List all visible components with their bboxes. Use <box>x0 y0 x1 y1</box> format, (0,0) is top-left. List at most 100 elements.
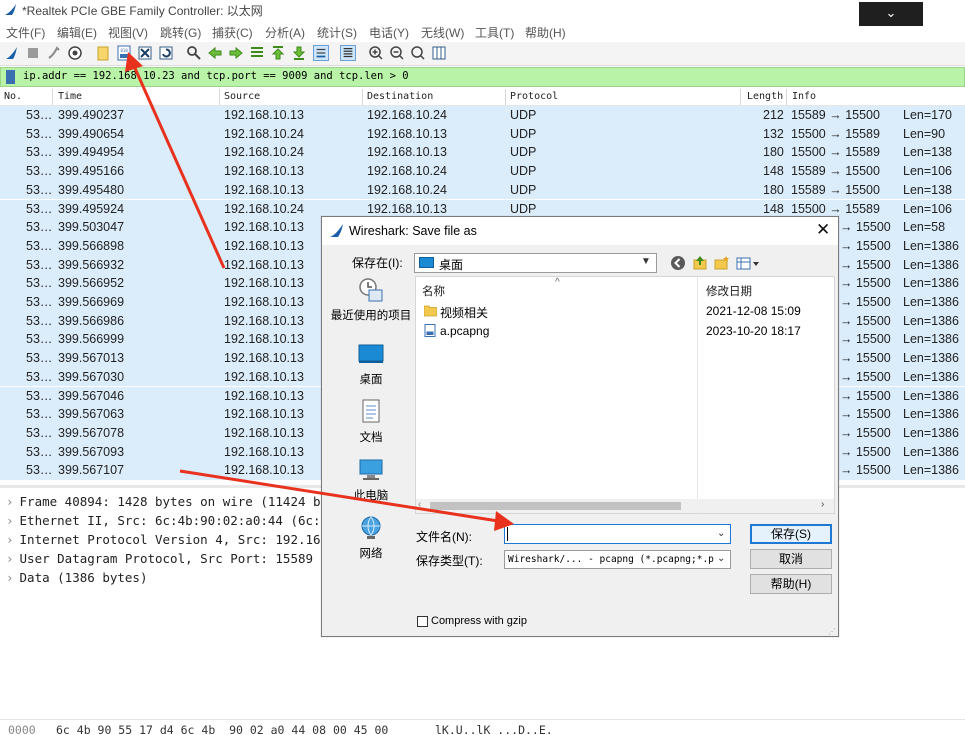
file-row[interactable]: a.pcapng 2023-10-20 18:17 <box>416 321 834 341</box>
go-last-icon[interactable] <box>291 45 307 61</box>
auto-scroll-icon[interactable] <box>313 45 329 61</box>
up-folder-icon[interactable] <box>692 255 708 271</box>
close-icon[interactable]: ✕ <box>816 220 830 240</box>
packet-row[interactable]: 53… 399.495480 192.168.10.13 192.168.10.… <box>0 180 965 200</box>
scroll-right-icon[interactable]: › <box>821 499 824 510</box>
menu-edit[interactable]: 编辑(E) <box>57 24 97 41</box>
column-header-destination[interactable]: Destination <box>367 91 433 102</box>
colorize-icon[interactable] <box>340 45 356 61</box>
capture-options-icon[interactable] <box>67 45 83 61</box>
packet-destination: 192.168.10.24 <box>367 164 447 179</box>
display-filter-bar[interactable]: ip.addr == 192.168.10.23 and tcp.port ==… <box>0 67 965 87</box>
column-separator[interactable] <box>219 89 220 105</box>
close-file-icon[interactable] <box>137 45 153 61</box>
chevron-down-icon[interactable]: ⌄ <box>717 553 725 564</box>
go-back-icon[interactable] <box>207 45 223 61</box>
reload-file-icon[interactable] <box>158 45 174 61</box>
column-header-no[interactable]: No. <box>4 91 22 102</box>
scrollbar-thumb[interactable] <box>430 502 681 510</box>
find-packet-icon[interactable] <box>186 45 202 61</box>
open-file-icon[interactable] <box>95 45 111 61</box>
column-header-protocol[interactable]: Protocol <box>510 91 558 102</box>
menu-analyze[interactable]: 分析(A) <box>265 24 305 41</box>
detail-ipv4[interactable]: › Internet Protocol Version 4, Src: 192.1… <box>6 532 328 547</box>
packet-time: 399.490237 <box>58 108 125 122</box>
scroll-left-icon[interactable]: ‹ <box>418 499 421 510</box>
filename-input[interactable]: ⌄ <box>504 524 731 544</box>
column-separator[interactable] <box>740 89 741 105</box>
packet-source: 192.168.10.13 <box>224 108 304 122</box>
column-separator[interactable] <box>505 89 506 105</box>
restart-capture-icon[interactable] <box>46 45 62 61</box>
zoom-out-icon[interactable] <box>389 45 405 61</box>
chevron-right-icon[interactable]: › <box>6 532 14 547</box>
help-button[interactable]: 帮助(H) <box>750 574 832 594</box>
column-separator[interactable] <box>52 89 53 105</box>
column-header-time[interactable]: Time <box>58 91 82 102</box>
menu-file[interactable]: 文件(F) <box>6 24 45 41</box>
filter-bookmark-icon[interactable] <box>6 70 15 84</box>
resize-grip-icon[interactable]: ⋰ <box>828 627 836 636</box>
back-icon[interactable] <box>670 255 686 271</box>
column-header-name[interactable]: 名称 <box>422 283 445 299</box>
menu-view[interactable]: 视图(V) <box>108 24 148 41</box>
new-folder-icon[interactable] <box>714 255 730 271</box>
place-desktop[interactable]: 桌面 <box>328 340 414 387</box>
display-filter-input[interactable]: ip.addr == 192.168.10.23 and tcp.port ==… <box>23 70 409 82</box>
go-to-packet-icon[interactable] <box>249 45 265 61</box>
chevron-down-icon[interactable]: ⌄ <box>717 528 725 539</box>
shark-fin-start-icon[interactable] <box>4 45 20 61</box>
place-documents[interactable]: 文档 <box>328 398 414 445</box>
packet-info: 15500 → 15589 <box>791 145 880 160</box>
compress-gzip-checkbox[interactable] <box>417 616 428 627</box>
chevron-right-icon[interactable]: › <box>6 513 14 528</box>
file-date: 2021-12-08 15:09 <box>706 304 801 318</box>
chevron-right-icon[interactable]: › <box>6 494 14 509</box>
place-this-pc[interactable]: 此电脑 <box>328 456 414 503</box>
packet-row[interactable]: 53… 399.495166 192.168.10.13 192.168.10.… <box>0 162 965 181</box>
column-header-info[interactable]: Info <box>792 91 816 102</box>
file-row[interactable]: 视频相关 2021-12-08 15:09 <box>416 301 834 321</box>
detail-data[interactable]: › Data (1386 bytes) <box>6 570 147 585</box>
packet-row[interactable]: 53… 399.490237 192.168.10.13 192.168.10.… <box>0 106 965 125</box>
detail-udp[interactable]: › User Datagram Protocol, Src Port: 15589 <box>6 551 313 566</box>
filetype-dropdown[interactable]: Wireshark/... - pcapng (*.pcapng;*.pc ⌄ <box>504 550 731 569</box>
stop-capture-icon[interactable] <box>25 45 41 61</box>
horizontal-scrollbar[interactable]: ‹ › <box>416 499 834 513</box>
save-in-dropdown[interactable]: 桌面 ▼ <box>414 253 657 273</box>
resize-columns-icon[interactable] <box>431 45 447 61</box>
view-menu-icon[interactable] <box>736 255 760 271</box>
menu-telephony[interactable]: 电话(Y) <box>369 24 409 41</box>
menu-capture[interactable]: 捕获(C) <box>212 24 253 41</box>
packet-row[interactable]: 53… 399.490654 192.168.10.24 192.168.10.… <box>0 124 965 144</box>
place-recent[interactable]: 最近使用的项目 <box>328 276 414 323</box>
column-separator[interactable] <box>786 89 787 105</box>
packet-no: 53… <box>26 238 53 253</box>
save-file-icon[interactable]: 010 <box>116 45 132 61</box>
chevron-down-icon[interactable]: ▼ <box>641 256 651 267</box>
menu-go[interactable]: 跳转(G) <box>160 24 201 41</box>
chevron-right-icon[interactable]: › <box>6 551 14 566</box>
place-network[interactable]: 网络 <box>328 514 414 561</box>
zoom-in-icon[interactable] <box>368 45 384 61</box>
go-first-icon[interactable] <box>270 45 286 61</box>
zoom-normal-icon[interactable] <box>410 45 426 61</box>
menu-tools[interactable]: 工具(T) <box>475 24 514 41</box>
file-list[interactable]: 名称 ^ 修改日期 视频相关 2021-12-08 15:09 a.pcapng… <box>415 276 835 515</box>
packet-info: 15589 → 15500 <box>791 164 880 179</box>
column-header-date-modified[interactable]: 修改日期 <box>706 283 752 299</box>
detail-ethernet[interactable]: › Ethernet II, Src: 6c:4b:90:02:a0:44 (6c… <box>6 513 328 528</box>
save-button[interactable]: 保存(S) <box>750 524 832 544</box>
packet-time: 399.566986 <box>58 313 125 328</box>
go-forward-icon[interactable] <box>228 45 244 61</box>
column-header-length[interactable]: Length <box>747 91 783 102</box>
chevron-right-icon[interactable]: › <box>6 570 14 585</box>
menu-wireless[interactable]: 无线(W) <box>421 24 464 41</box>
column-header-source[interactable]: Source <box>224 91 260 102</box>
cancel-button[interactable]: 取消 <box>750 549 832 569</box>
menu-statistics[interactable]: 统计(S) <box>317 24 357 41</box>
packet-row[interactable]: 53… 399.494954 192.168.10.24 192.168.10.… <box>0 143 965 163</box>
detail-frame[interactable]: › Frame 40894: 1428 bytes on wire (11424 … <box>6 494 328 509</box>
menu-help[interactable]: 帮助(H) <box>525 24 566 41</box>
column-separator[interactable] <box>362 89 363 105</box>
